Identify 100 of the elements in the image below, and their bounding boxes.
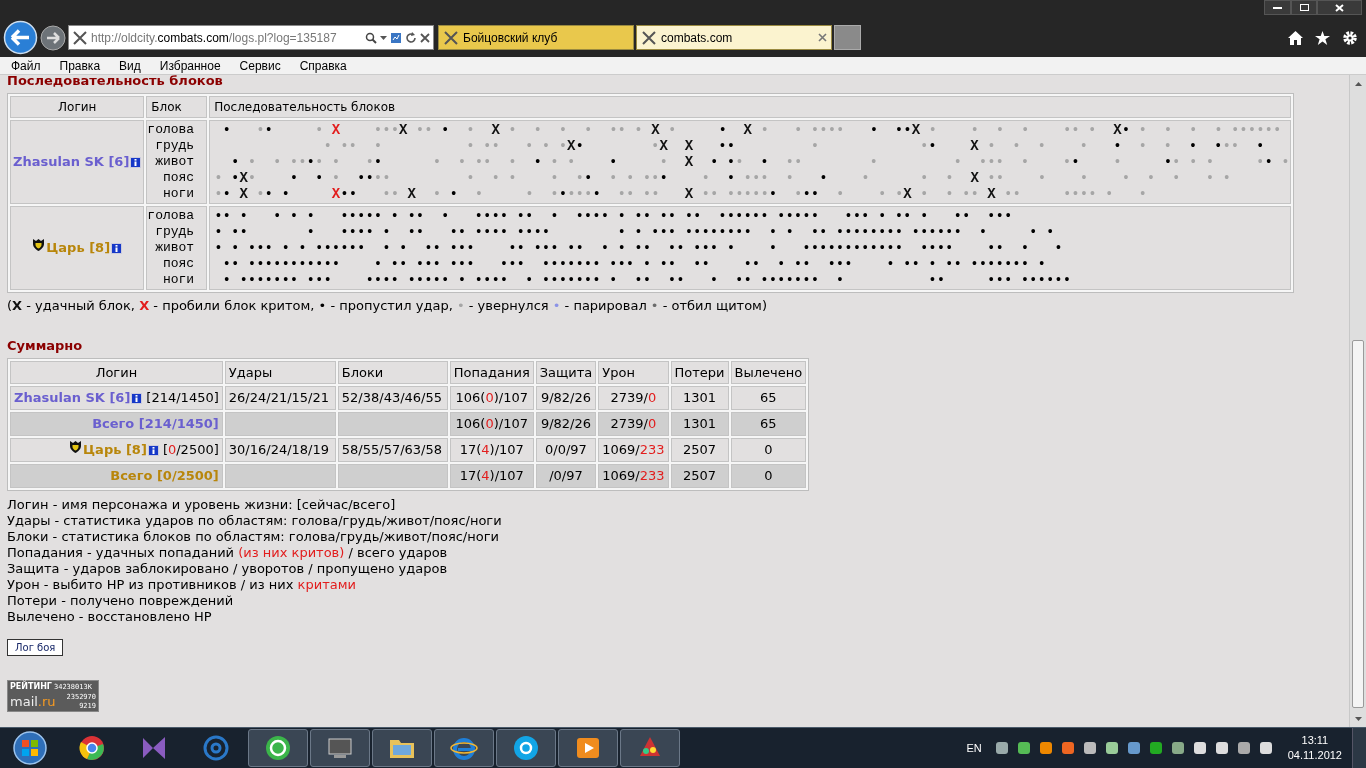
close-icon	[1335, 3, 1344, 12]
search-icon[interactable]	[365, 31, 377, 44]
zone-label: пояс	[161, 256, 195, 272]
menu-item[interactable]: Избранное	[159, 56, 221, 75]
tray-icon[interactable]	[1015, 740, 1032, 756]
info-icon[interactable]	[111, 242, 123, 254]
zone-label: живот	[154, 154, 195, 170]
taskbar-button[interactable]	[248, 729, 308, 767]
tray-icon[interactable]	[1191, 740, 1208, 756]
info-icon[interactable]	[147, 444, 159, 456]
table-cell: 65	[730, 386, 807, 410]
note-line: Логин - имя персонажа и уровень жизни: [сейчас/всего]	[7, 497, 396, 513]
legend-text: (X - удачный блок, X - пробили блок критом, • - пропустил удар, • - увернулся • - парировал • - отбил щитом)	[7, 297, 767, 315]
scroll-thumb[interactable]	[1352, 340, 1364, 708]
home-icon[interactable]	[1288, 30, 1303, 45]
back-button[interactable]	[3, 20, 38, 55]
star-icon[interactable]	[1315, 30, 1330, 45]
address-field[interactable]: http://oldcity.combats.com/logs.pl?log=135187	[68, 25, 434, 50]
table-cell: 52/38/43/46/55	[337, 386, 448, 410]
up-arrow-icon	[1354, 81, 1362, 86]
block-sequence: • •• • • •• • • •X• •X X •• • •• X • • • • • • • • ••• •	[322, 138, 1266, 154]
zone-label: ноги	[161, 186, 195, 202]
settings-icon[interactable]	[1342, 29, 1358, 46]
table-cell: 106(0)/107	[449, 412, 534, 436]
table-cell: 1301	[670, 412, 729, 436]
dropdown-arrow-icon[interactable]	[380, 35, 387, 40]
tray-icon[interactable]	[1059, 740, 1076, 756]
language-indicator[interactable]: EN	[966, 739, 982, 757]
counter-label: РЕЙТИНГ	[10, 681, 52, 693]
block-sequence: •• • • • • ••••• • •• • •••• •• • •••• • •• •• •• •••••• ••••• ••• • •• • •• •••	[214, 208, 1014, 224]
menu-item[interactable]: Вид	[119, 56, 141, 75]
info-icon[interactable]	[130, 156, 142, 168]
menu-item[interactable]: Справка	[299, 56, 347, 75]
tray-icon[interactable]	[993, 740, 1010, 756]
tray-icon[interactable]	[1081, 740, 1098, 756]
taskbar-button[interactable]	[434, 729, 494, 767]
bowtie-icon	[140, 734, 168, 762]
block-sequence: •• X •• • X•• •• X • • • • •••••• •• •• X •• •••••• ••• • • •X • • •• X •• •••• • •	[214, 186, 1148, 202]
zone-label: грудь	[154, 224, 195, 240]
block-sequence: • • • •••• • •• • • •• • • • • • • X • •• • •• • • ••• • •• • •• • • •• •	[229, 154, 1290, 170]
player-name-link[interactable]: Zhasulan SK [6]	[13, 152, 130, 172]
table-cell: 1069/233	[598, 438, 669, 462]
table-cell: 1069/233	[598, 464, 669, 488]
round-logo-icon	[512, 734, 540, 762]
round-logo-icon	[78, 734, 106, 762]
close-button[interactable]	[1317, 0, 1362, 15]
close-icon[interactable]	[818, 33, 827, 42]
tray-icon[interactable]	[1257, 740, 1274, 756]
tray-icon[interactable]	[1103, 740, 1120, 756]
table-cell: 9/82/26	[535, 412, 597, 436]
zone-label: живот	[154, 240, 195, 256]
brand-text: mail.ru	[10, 693, 56, 711]
taskbar-button[interactable]	[620, 729, 680, 767]
block-sequence: •• ••••••••••• • •• ••• ••• ••• ••••••• ••• • •• •• •• • •• ••• • •• • •• ••••••• •	[221, 256, 1047, 272]
maximize-button[interactable]	[1291, 0, 1317, 15]
player-name-link[interactable]: Zhasulan SK [6]	[14, 388, 131, 408]
menu-item[interactable]: Правка	[59, 56, 101, 75]
section-heading: Последовательность блоков	[7, 75, 224, 89]
tray-icon[interactable]	[1037, 740, 1054, 756]
tray-icon[interactable]	[1147, 740, 1164, 756]
refresh-icon[interactable]	[405, 31, 417, 44]
table-cell: 0/0/97	[535, 438, 597, 462]
start-button[interactable]	[12, 730, 48, 766]
block-sequence: • ••••••• ••• •••• ••••• • •••• • ••••••• • •• •• • •• ••••••• • •• ••• ••••••	[221, 272, 1073, 288]
browser-tab[interactable]: combats.com	[636, 25, 832, 50]
column-header: Потери	[670, 361, 729, 384]
tray-icon[interactable]	[1213, 740, 1230, 756]
browser-tab[interactable]: Бойцовский клуб	[438, 25, 634, 50]
table-cell: 2507	[670, 464, 729, 488]
scrollbar[interactable]	[1349, 75, 1366, 727]
stop-icon[interactable]	[420, 32, 430, 43]
tray-icon[interactable]	[1235, 740, 1252, 756]
zone-label: голова	[147, 208, 195, 224]
table-cell: 0	[730, 438, 807, 462]
shield-icon	[32, 238, 46, 253]
note-line: Защита - ударов заблокировано / уворотов / пропущено ударов	[7, 561, 448, 577]
table-cell: 30/16/24/18/19	[224, 438, 336, 462]
note-line: Вылечено - восстановлено HP	[7, 609, 212, 625]
taskbar-button[interactable]	[496, 729, 556, 767]
minimize-icon	[1273, 6, 1282, 9]
clock-date[interactable]: 04.11.2012	[1287, 748, 1342, 763]
menu-item[interactable]: Файл	[11, 56, 41, 75]
tray-icon[interactable]	[1125, 740, 1142, 756]
clock-time[interactable]: 13:11	[1301, 733, 1329, 748]
forward-button[interactable]	[40, 24, 66, 51]
taskbar-button[interactable]	[558, 729, 618, 767]
column-header: Защита	[535, 361, 597, 384]
tray-icon[interactable]	[1169, 740, 1186, 756]
block-sequence: • •X• • • • •••• • • • • •• • • ••• • • ••• • • • • • X •• • • • • • • •	[214, 170, 1232, 186]
info-icon[interactable]	[131, 392, 143, 404]
menu-item[interactable]: Сервис	[239, 56, 281, 75]
table-cell: 17(4)/107	[449, 438, 534, 462]
taskbar-button[interactable]	[372, 729, 432, 767]
minimize-button[interactable]	[1264, 0, 1291, 15]
zone-label: ноги	[161, 272, 195, 288]
log-button[interactable]: Лог боя	[7, 639, 64, 656]
table-cell: 106(0)/107	[449, 386, 534, 410]
compatibility-icon[interactable]	[390, 31, 402, 44]
table-cell: 9/82/26	[535, 386, 597, 410]
note-line: Урон - выбито HP из противников / из них критами	[7, 577, 356, 593]
